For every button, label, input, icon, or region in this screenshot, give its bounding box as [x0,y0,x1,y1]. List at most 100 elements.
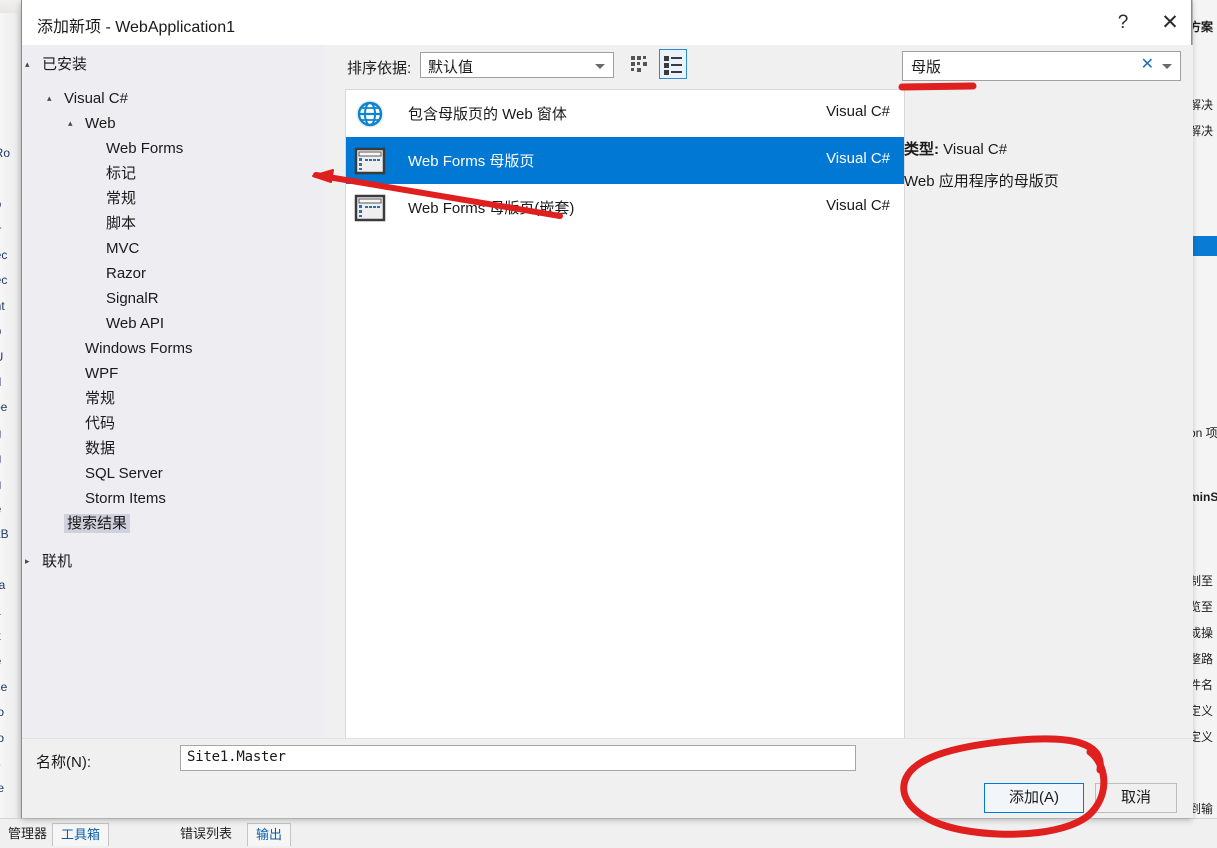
toolbox-item[interactable]: op [0,324,1,338]
chevron-down-icon [595,64,605,69]
chevron-expanded-icon[interactable]: ▴ [68,111,80,136]
list-item[interactable]: Web Forms 母版页(嵌套) Visual C# [346,184,904,231]
solution-explorer-item[interactable]: 制至 [1192,572,1213,589]
chevron-expanded-icon[interactable]: ▴ [25,52,37,77]
tree-node-1[interactable]: ▴Visual C# [64,86,128,111]
tree-node-4[interactable]: 标记 [106,161,136,186]
template-list-panel: 排序依据: 默认值 [324,45,884,738]
tree-node-label: 搜索结果 [64,514,130,533]
tree-node-14[interactable]: 代码 [85,411,115,436]
solution-explorer-item[interactable]: 览至 [1192,598,1213,615]
tree-node-label: 联机 [42,553,72,570]
dialog-title: 添加新项 - WebApplication1 [37,13,235,37]
tree-node-17[interactable]: Storm Items [85,486,166,511]
tree-node-2[interactable]: ▴Web [85,111,116,136]
solution-explorer-strip[interactable]: 方案解决解决on 项minS制至览至成操整路件名定义定义到输将源 [1192,0,1217,847]
toolbox-item[interactable]: ont [0,299,5,313]
clear-x-icon[interactable]: ✕ [1141,54,1154,74]
dialog-footer: 名称(N): Site1.Master 添加(A) 取消 [22,738,1193,818]
solution-explorer-item[interactable]: 成操 [1192,624,1213,641]
solution-explorer-item[interactable]: 件名 [1192,676,1213,693]
toolbox-item[interactable]: be [0,502,1,516]
chevron-collapsed-icon[interactable]: ▸ [25,549,37,574]
vs-bottom-tab[interactable]: 错误列表 [172,823,240,845]
list-item[interactable]: Web Forms 母版页Visual C# [346,137,904,184]
vs-bottom-tab[interactable]: 管理器 [0,823,55,845]
solution-explorer-item[interactable]: 到输 [1192,800,1213,817]
toolbox-item[interactable]: nec [0,273,7,287]
solution-explorer-item[interactable]: 定义 [1192,728,1213,745]
tree-node-label: 代码 [85,415,115,432]
tree-node-15[interactable]: 数据 [85,436,115,461]
tree-node-11[interactable]: Windows Forms [85,336,193,361]
tree-node-8[interactable]: Razor [106,261,146,286]
tree-node-label: 标记 [106,165,136,182]
toolbox-item[interactable]: ne [0,654,1,668]
category-tree[interactable]: ▴已安装▴Visual C#▴WebWeb Forms标记常规脚本MVCRazo… [22,45,324,738]
tree-node-0[interactable]: ▴已安装 [42,52,87,77]
toolbox-item[interactable]: dio [0,731,4,745]
list-item[interactable]: 包含母版页的 Web 窗体Visual C# [346,90,904,137]
grid-view-icon[interactable] [629,50,655,78]
toolbox-item[interactable]: era [0,578,5,592]
toolbox-panel-strip[interactable]: 针dRollettolernecnecontopeUddypeagagagben… [0,13,22,818]
toolbox-item[interactable]: dio [0,705,4,719]
list-item-name: 包含母版页的 Web 窗体 [408,103,567,124]
chevron-expanded-icon[interactable]: ▴ [47,86,59,111]
tree-node-3[interactable]: Web Forms [106,136,183,161]
solution-explorer-item[interactable]: 定义 [1192,702,1213,719]
toolbox-item[interactable]: tto [0,197,1,211]
tree-node-5[interactable]: 常规 [106,186,136,211]
tree-node-label: Visual C# [64,90,128,107]
tree-node-12[interactable]: WPF [85,361,118,386]
chevron-down-icon[interactable] [1162,64,1172,69]
list-item-language: Visual C# [826,197,890,214]
help-icon[interactable]: ? [1107,8,1139,38]
tree-node-19[interactable]: ▸联机 [42,549,72,574]
solution-explorer-item[interactable]: 解决 [1192,122,1213,139]
cancel-button[interactable]: 取消 [1095,783,1177,813]
toolbox-item[interactable]: ca [0,604,1,618]
toolbox-item[interactable]: ult [0,629,1,643]
toolbox-item[interactable]: bs [0,756,1,770]
dialog-titlebar: 添加新项 - WebApplication1 ? ✕ [22,0,1191,45]
solution-explorer-item[interactable]: 方案 [1192,18,1213,35]
solution-explorer-selected-row[interactable] [1193,236,1217,256]
close-icon[interactable]: ✕ [1150,8,1190,38]
toolbox-item[interactable]: eU [0,350,3,364]
add-button[interactable]: 添加(A) [984,783,1084,813]
solution-explorer-item[interactable]: minS [1192,490,1217,504]
tree-node-18[interactable]: 搜索结果 [64,511,130,536]
tree-node-13[interactable]: 常规 [85,386,115,411]
toolbox-item[interactable]: nec [0,248,7,262]
dialog-body: ▴已安装▴Visual C#▴WebWeb Forms标记常规脚本MVCRazo… [22,45,1193,738]
tree-node-16[interactable]: SQL Server [85,461,163,486]
template-list[interactable]: 包含母版页的 Web 窗体Visual C#Web Forms 母版页Visua… [345,89,905,739]
toolbox-item[interactable]: ace [0,680,7,694]
name-input[interactable]: Site1.Master [180,745,856,771]
search-input[interactable]: 母版 ✕ [902,51,1181,81]
tree-node-10[interactable]: Web API [106,311,164,336]
toolbox-item[interactable]: dd [0,375,1,389]
toolbox-item[interactable]: ag [0,426,1,440]
toolbox-item[interactable]: ag [0,477,1,491]
vs-bottom-tab[interactable]: 输出 [247,823,291,846]
list-item-name: Web Forms 母版页(嵌套) [408,197,574,218]
vs-bottom-tab[interactable]: 工具箱 [52,823,109,846]
master-page-icon [354,145,386,177]
toolbox-item[interactable]: dRo [0,146,10,160]
toolbox-item[interactable]: ble [0,781,4,795]
toolbox-item[interactable]: ler [0,223,1,237]
tree-node-6[interactable]: 脚本 [106,211,136,236]
sort-by-select[interactable]: 默认值 [420,52,614,78]
tree-node-label: Web Forms [106,140,183,157]
toolbox-item[interactable]: nkB [0,527,9,541]
tree-node-9[interactable]: SignalR [106,286,159,311]
tree-node-7[interactable]: MVC [106,236,139,261]
toolbox-item[interactable]: ag [0,451,1,465]
list-view-icon[interactable] [659,49,687,79]
solution-explorer-item[interactable]: 解决 [1192,96,1213,113]
solution-explorer-item[interactable]: on 项 [1192,424,1217,441]
toolbox-item[interactable]: ype [0,400,7,414]
solution-explorer-item[interactable]: 整路 [1192,650,1213,667]
